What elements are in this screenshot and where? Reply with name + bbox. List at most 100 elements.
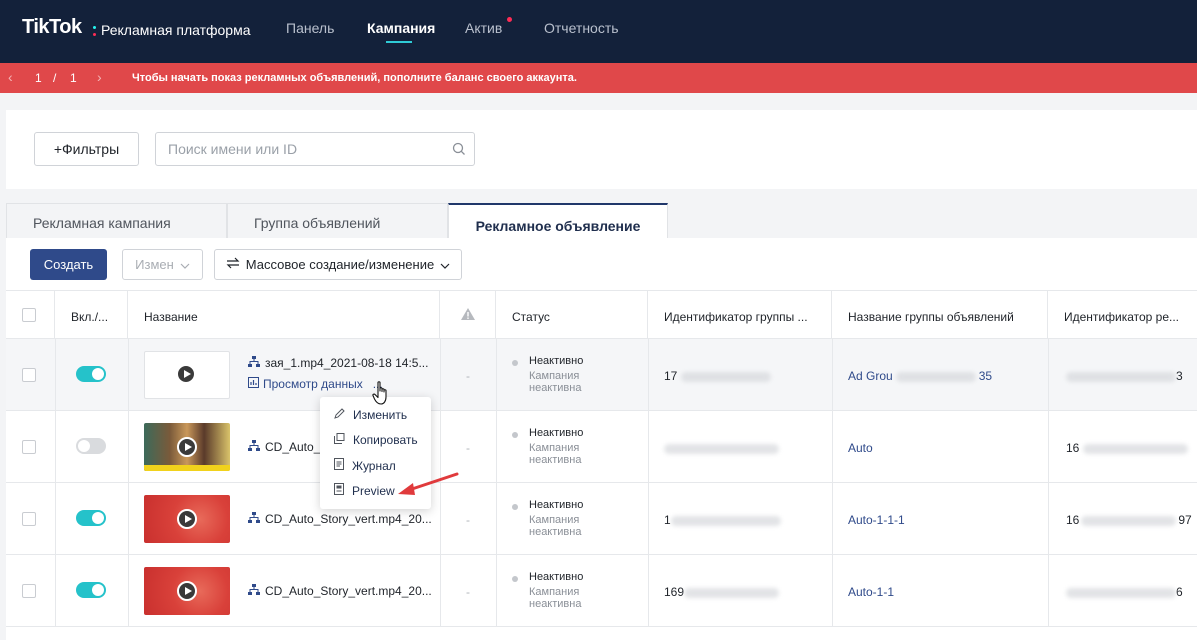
play-icon[interactable] bbox=[177, 437, 197, 457]
view-data-link[interactable]: Просмотр данных ... bbox=[248, 377, 383, 391]
ad-name-link[interactable]: CD_Auto_Story_vert.mp4_20... bbox=[248, 584, 432, 598]
header-select-cell bbox=[6, 291, 55, 340]
play-icon[interactable] bbox=[177, 509, 197, 529]
group-id-cell: 1 bbox=[664, 513, 781, 527]
hierarchy-icon bbox=[248, 356, 260, 370]
status-cell: Неактивно Кампания неактивна bbox=[512, 499, 583, 538]
tiktok-logo[interactable]: TikTok bbox=[22, 16, 82, 39]
status-cell: Неактивно Кампания неактивна bbox=[512, 427, 583, 466]
annotation-arrow-icon bbox=[395, 470, 461, 501]
search-input[interactable] bbox=[168, 133, 448, 165]
tab-ad[interactable]: Рекламное объявление bbox=[448, 203, 668, 239]
nav-reporting[interactable]: Отчетность bbox=[544, 20, 619, 36]
hierarchy-icon bbox=[248, 440, 260, 454]
status-cell: Неактивно Кампания неактивна bbox=[512, 355, 583, 394]
warning-cell: - bbox=[466, 369, 470, 383]
nav-dashboard[interactable]: Панель bbox=[286, 20, 334, 36]
row-checkbox[interactable] bbox=[22, 440, 36, 454]
alert-message: Чтобы начать показ рекламных объявлений,… bbox=[132, 72, 577, 84]
table-row[interactable]: CD_Auto_l - Неактивно Кампания неактивна… bbox=[6, 411, 1197, 483]
pencil-icon bbox=[334, 408, 345, 422]
platform-subtitle: Рекламная платформа bbox=[101, 22, 251, 38]
table-header: Вкл./... Название Статус Идентификатор г… bbox=[6, 290, 1197, 340]
row-checkbox[interactable] bbox=[22, 584, 36, 598]
top-navigation: TikTok Рекламная платформа Панель Кампан… bbox=[0, 0, 1197, 63]
group-id-cell: 17 bbox=[664, 369, 771, 383]
row-checkbox[interactable] bbox=[22, 512, 36, 526]
header-group-id[interactable]: Идентификатор группы ... bbox=[648, 291, 832, 340]
alert-page-current: 1 bbox=[35, 71, 42, 85]
menu-item-preview[interactable]: Preview bbox=[334, 483, 395, 498]
search-box bbox=[155, 132, 475, 166]
main-content: Создать Измен Массовое создание/изменени… bbox=[6, 238, 1197, 640]
change-label: Измен bbox=[135, 257, 174, 272]
table-row[interactable]: CD_Auto_Story_vert.mp4_20... - Неактивно… bbox=[6, 555, 1197, 627]
ad-id-cell: 16 97 bbox=[1066, 513, 1192, 527]
search-icon[interactable] bbox=[452, 142, 466, 159]
chevron-down-icon bbox=[180, 257, 190, 272]
group-name-cell[interactable]: Auto-1-1 bbox=[848, 585, 894, 599]
chart-icon bbox=[248, 377, 259, 391]
header-ad-id[interactable]: Идентификатор ре... bbox=[1048, 291, 1197, 340]
warning-cell: - bbox=[466, 585, 470, 599]
video-thumbnail[interactable] bbox=[144, 567, 230, 615]
nav-campaign[interactable]: Кампания bbox=[367, 20, 435, 36]
video-thumbnail[interactable] bbox=[144, 423, 230, 471]
filters-button[interactable]: +Фильтры bbox=[34, 132, 139, 166]
row-checkbox[interactable] bbox=[22, 368, 36, 382]
row-toggle[interactable] bbox=[76, 438, 106, 454]
group-name-cell[interactable]: Ad Grou 35 bbox=[848, 369, 992, 383]
table-row[interactable]: CD_Auto_Story_vert.mp4_20... - Неактивно… bbox=[6, 483, 1197, 555]
notification-dot bbox=[507, 17, 512, 22]
alert-prev-icon[interactable]: ‹ bbox=[8, 69, 13, 85]
menu-item-edit[interactable]: Изменить bbox=[334, 408, 407, 422]
play-icon[interactable] bbox=[176, 364, 196, 384]
group-id-cell bbox=[664, 441, 779, 455]
alert-page-separator: / bbox=[53, 71, 57, 85]
table-row[interactable]: зая_1.mp4_2021-08-18 14:5... Просмотр да… bbox=[6, 339, 1197, 411]
copy-icon bbox=[334, 433, 345, 447]
ad-id-cell: 16 bbox=[1066, 441, 1188, 455]
create-button[interactable]: Создать bbox=[30, 249, 107, 280]
document-icon bbox=[334, 458, 344, 473]
preview-icon bbox=[334, 483, 344, 498]
tab-ad-group[interactable]: Группа объявлений bbox=[227, 203, 448, 239]
hand-cursor-icon bbox=[372, 381, 392, 410]
group-name-cell[interactable]: Auto-1-1-1 bbox=[848, 513, 905, 527]
video-thumbnail[interactable] bbox=[144, 351, 230, 399]
ad-name-link[interactable]: зая_1.mp4_2021-08-18 14:5... bbox=[248, 356, 428, 370]
video-thumbnail[interactable] bbox=[144, 495, 230, 543]
header-toggle[interactable]: Вкл./... bbox=[55, 291, 128, 340]
ad-id-cell: 6 bbox=[1066, 585, 1183, 599]
menu-item-log[interactable]: Журнал bbox=[334, 458, 396, 473]
row-toggle[interactable] bbox=[76, 582, 106, 598]
row-toggle[interactable] bbox=[76, 366, 106, 382]
tab-campaign[interactable]: Рекламная кампания bbox=[6, 203, 227, 239]
hierarchy-icon bbox=[248, 512, 260, 526]
bulk-edit-dropdown[interactable]: Массовое создание/изменение bbox=[214, 249, 462, 280]
hierarchy-icon bbox=[248, 584, 260, 598]
header-group-name[interactable]: Название группы объявлений bbox=[832, 291, 1048, 340]
play-icon[interactable] bbox=[177, 581, 197, 601]
header-status[interactable]: Статус bbox=[496, 291, 648, 340]
nav-assets[interactable]: Актив bbox=[465, 20, 502, 36]
status-cell: Неактивно Кампания неактивна bbox=[512, 571, 583, 610]
filter-panel: +Фильтры bbox=[6, 110, 1197, 189]
warning-cell: - bbox=[466, 513, 470, 527]
warning-icon bbox=[460, 308, 476, 324]
bulk-edit-icon bbox=[226, 257, 240, 272]
header-warning bbox=[440, 291, 496, 340]
header-name[interactable]: Название bbox=[128, 291, 440, 340]
row-toggle[interactable] bbox=[76, 510, 106, 526]
ad-name-link[interactable]: CD_Auto_Story_vert.mp4_20... bbox=[248, 512, 432, 526]
change-dropdown[interactable]: Измен bbox=[122, 249, 203, 280]
group-name-cell[interactable]: Auto bbox=[848, 441, 873, 455]
alert-next-icon[interactable]: › bbox=[97, 69, 102, 85]
select-all-checkbox[interactable] bbox=[22, 308, 36, 322]
bulk-edit-label: Массовое создание/изменение bbox=[245, 257, 435, 272]
ad-name-link[interactable]: CD_Auto_l bbox=[248, 440, 323, 454]
alert-page-total: 1 bbox=[70, 71, 77, 85]
balance-alert-bar: ‹ 1 / 1 › Чтобы начать показ рекламных о… bbox=[0, 63, 1197, 93]
menu-item-copy[interactable]: Копировать bbox=[334, 433, 418, 447]
nav-active-indicator bbox=[386, 41, 412, 43]
